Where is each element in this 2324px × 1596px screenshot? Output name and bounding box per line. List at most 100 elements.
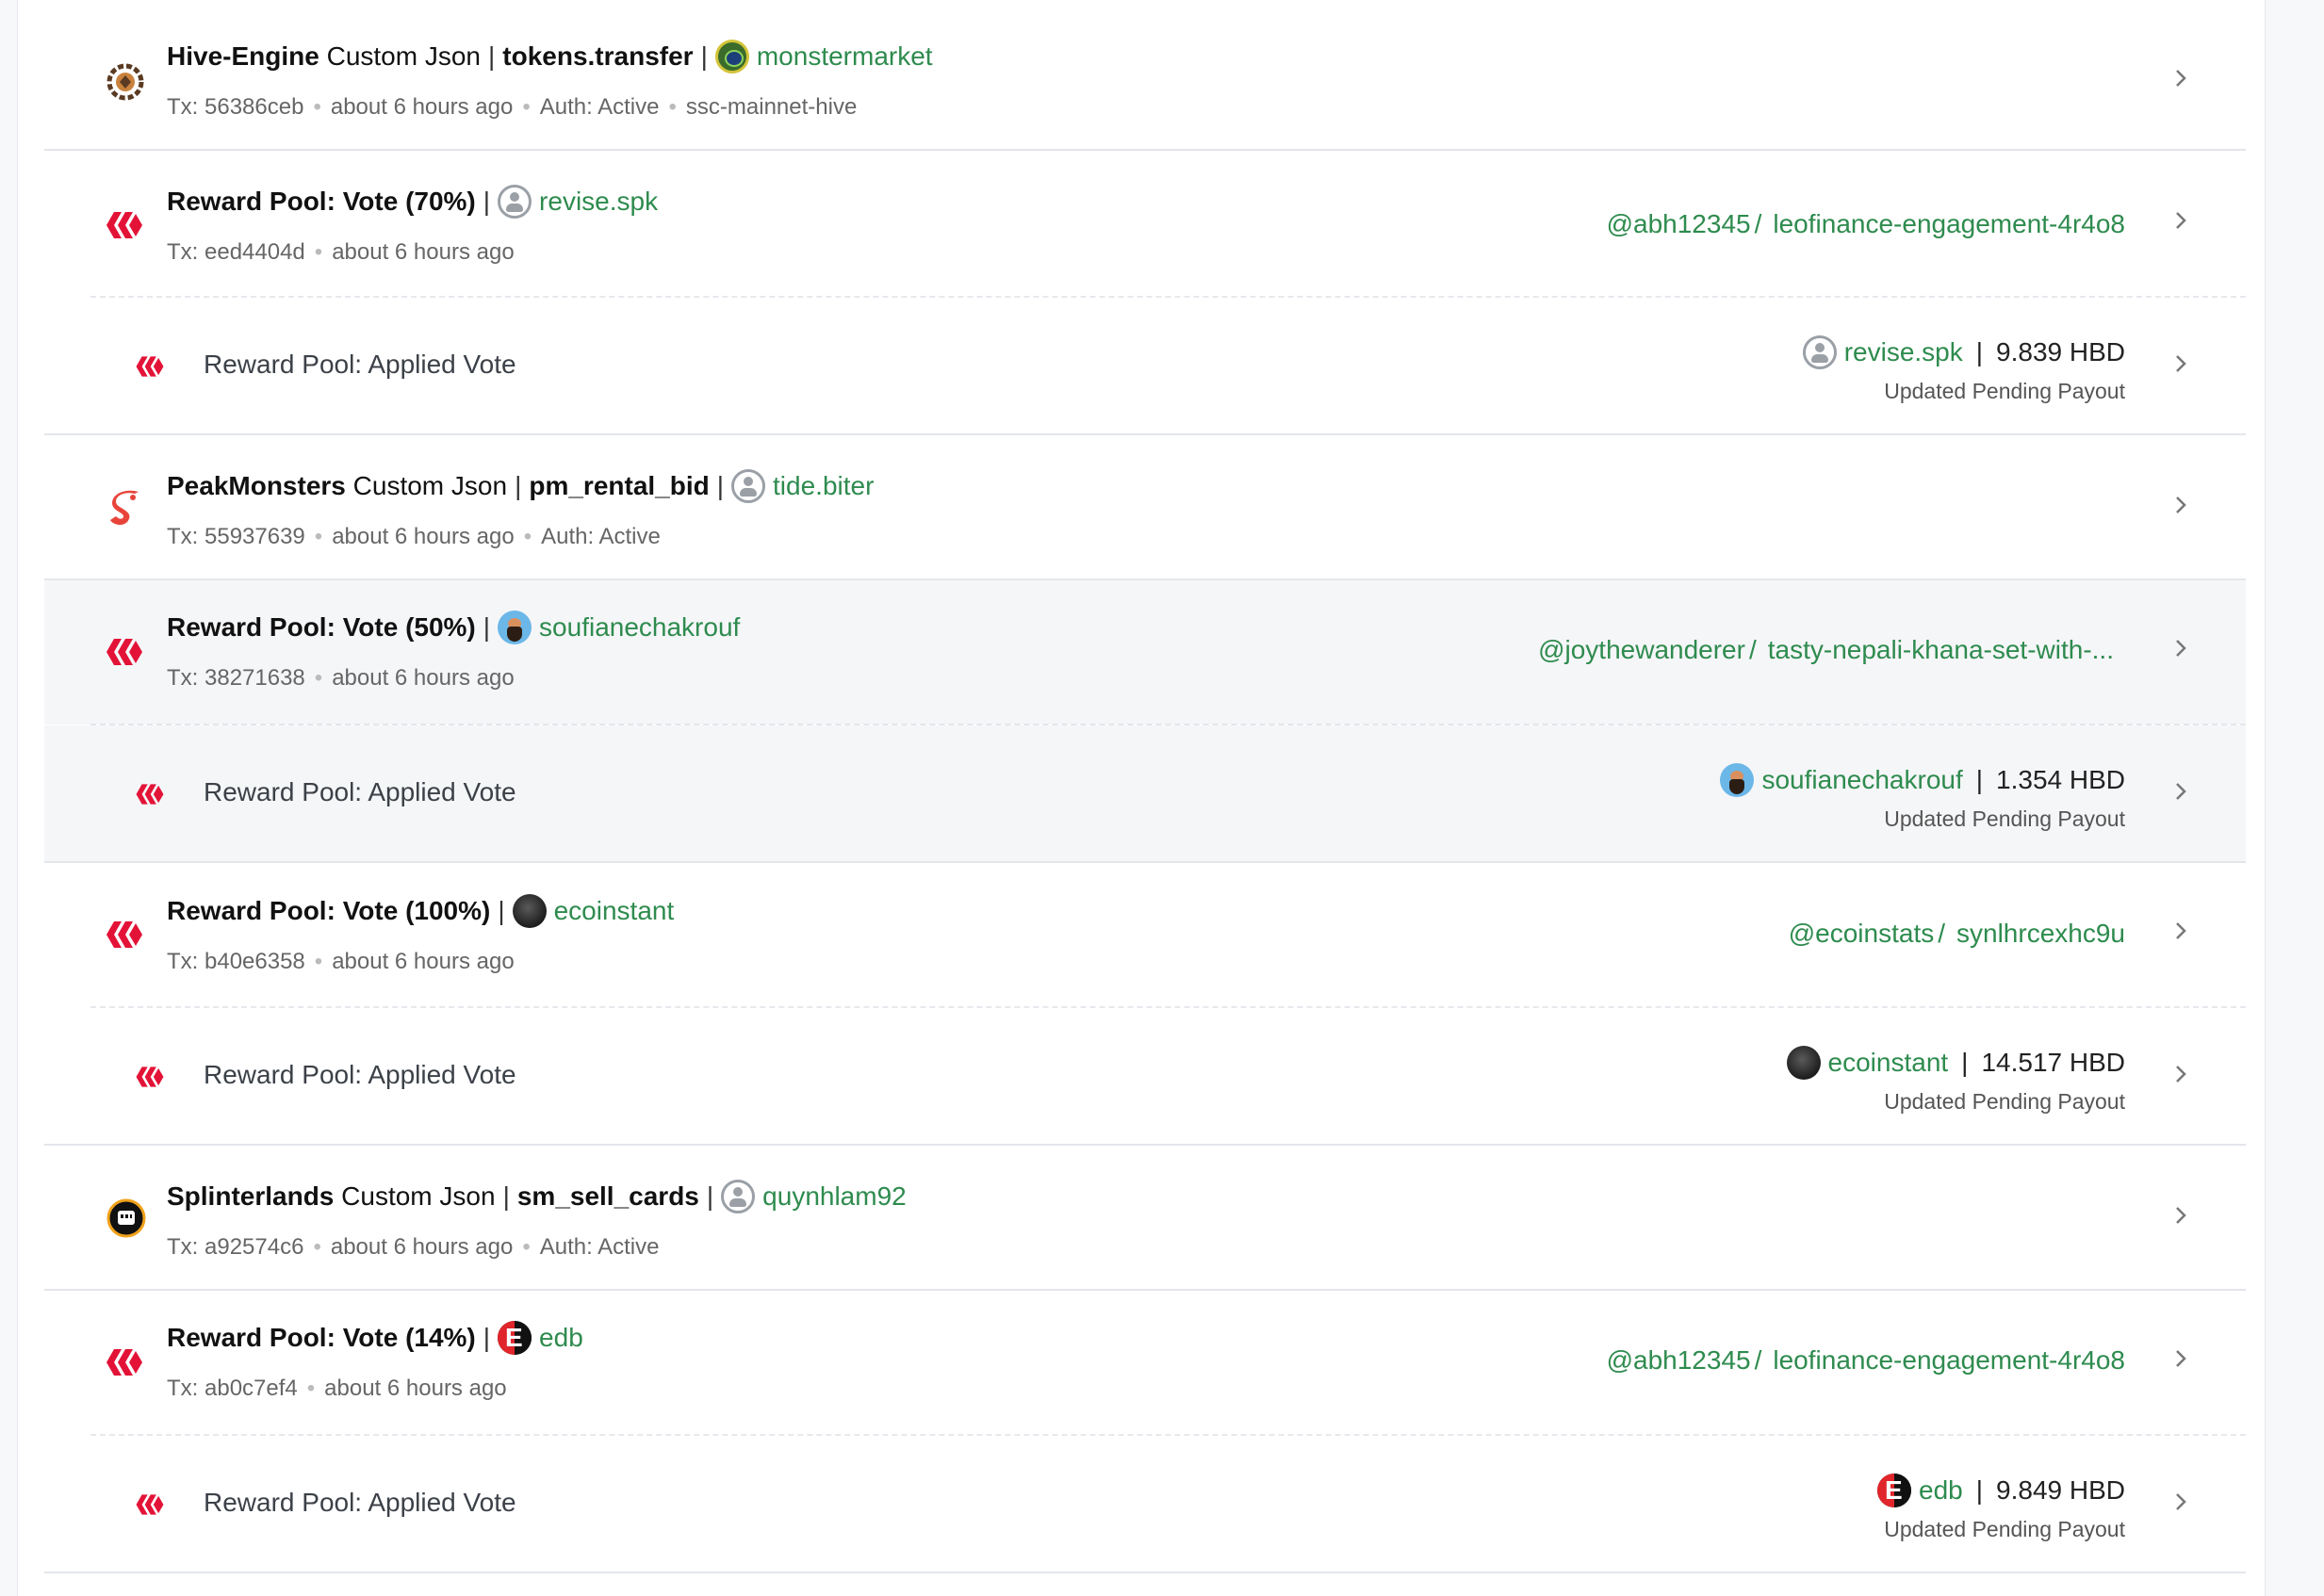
hive-logo-icon [106,639,142,665]
applied-vote-row[interactable]: Reward Pool: Applied Vote soufianechakro… [44,725,2246,863]
avatar [1802,335,1837,369]
avatar [498,185,532,219]
operation-row-splinterlands[interactable]: Splinterlands Custom Json | sm_sell_cards… [44,1146,2246,1291]
chevron-right-icon[interactable] [2169,67,2192,90]
account-link[interactable]: quynhlam92 [762,1181,907,1212]
account-link[interactable]: edb [1919,1475,1963,1506]
account-link[interactable]: soufianechakrouf [1761,765,1962,795]
avatar [498,611,532,644]
post-link[interactable]: @ecoinstats / synlhrcexhc9u [1789,919,2125,949]
applied-vote-row[interactable]: Reward Pool: Applied Vote ecoinstant | 14.… [44,1008,2246,1146]
peakmonsters-icon [110,490,139,526]
applied-vote-row[interactable]: Reward Pool: Applied Vote revise.spk | 9.8… [44,298,2246,435]
auth-badge: Auth: Active [539,1234,660,1260]
hive-logo-icon [136,1494,164,1515]
operation-title: Splinterlands Custom Json | sm_sell_cards… [167,1180,907,1213]
operation-meta: Tx: eed4404d • about 6 hours ago [167,239,515,265]
chevron-right-icon[interactable] [2169,780,2192,803]
timestamp: about 6 hours ago [332,665,515,691]
payout-amount: 14.517 HBD [1981,1048,2125,1077]
payout-note: Updated Pending Payout [1884,1089,2125,1114]
payout-note: Updated Pending Payout [1884,379,2125,403]
tx-id[interactable]: Tx: 38271638 [167,665,305,691]
post-link[interactable]: @abh12345/leofinance-engagement-4r4o8 [1607,1345,2125,1376]
hive-logo-icon [136,784,164,805]
operation-title: Reward Pool: Vote (50%) | soufianechakrou… [167,611,740,644]
applied-vote-label: Reward Pool: Applied Vote [204,777,516,806]
splinterlands-icon [106,1198,146,1238]
hive-logo-icon [106,212,142,238]
operation-meta: Tx: 38271638 • about 6 hours ago [167,665,515,691]
account-link[interactable]: revise.spk [539,187,658,217]
chevron-right-icon[interactable] [2169,494,2192,516]
operation-row-peakmonsters[interactable]: PeakMonsters Custom Json | pm_rental_bid |… [44,435,2246,580]
account-link[interactable]: edb [539,1323,583,1353]
timestamp: about 6 hours ago [330,1234,514,1260]
tx-id[interactable]: Tx: eed4404d [167,239,305,265]
hive-engine-icon [106,63,144,101]
contract-id: ssc-mainnet-hive [685,94,858,120]
operation-meta: Tx: 56386ceb • about 6 hours ago • Auth: Act… [167,94,858,120]
account-link[interactable]: monstermarket [757,41,933,72]
chevron-right-icon[interactable] [2169,1490,2192,1513]
chevron-right-icon[interactable] [2169,637,2192,660]
operation-meta: Tx: ab0c7ef4 • about 6 hours ago [167,1376,507,1401]
account-link[interactable]: revise.spk [1844,337,1963,367]
payout-summary: soufianechakrouf | 1.354 HBD Updated Pendi… [1720,763,2125,832]
operation-row-vote[interactable]: Reward Pool: Vote (70%) | revise.spk Tx: … [44,151,2246,297]
avatar [731,469,766,503]
operation-row-vote[interactable]: Reward Pool: Vote (50%) | soufianechakrou… [44,580,2246,725]
timestamp: about 6 hours ago [324,1376,507,1401]
hive-logo-icon [106,921,142,948]
chevron-right-icon[interactable] [2169,920,2192,942]
chevron-right-icon[interactable] [2169,1204,2192,1227]
operation-row-vote[interactable]: Reward Pool: Vote (100%) | ecoinstant Tx:… [44,863,2246,1007]
operation-title: Reward Pool: Vote (14%) | E edb [167,1321,583,1355]
avatar [714,40,749,73]
tx-id[interactable]: Tx: ab0c7ef4 [167,1376,298,1401]
applied-vote-label: Reward Pool: Applied Vote [204,1060,516,1089]
timestamp: about 6 hours ago [332,239,515,265]
avatar [1786,1046,1821,1080]
account-link[interactable]: soufianechakrouf [539,612,740,643]
post-link[interactable]: @abh12345/leofinance-engagement-4r4o8 [1607,209,2125,239]
timestamp: about 6 hours ago [330,94,514,120]
operation-title: PeakMonsters Custom Json | pm_rental_bid |… [167,469,874,503]
chevron-right-icon[interactable] [2169,1347,2192,1370]
payout-summary: revise.spk | 9.839 HBD Updated Pending Pay… [1802,335,2125,404]
hive-logo-icon [136,1067,164,1087]
operation-title: Hive-Engine Custom Json | tokens.transfer… [167,40,933,73]
avatar [721,1180,756,1213]
applied-vote-row[interactable]: Reward Pool: Applied Vote Eedb | 9.849 HBD… [44,1436,2246,1573]
payout-amount: 1.354 HBD [1996,765,2125,794]
tx-id[interactable]: Tx: a92574c6 [167,1234,303,1260]
payout-amount: 9.849 HBD [1996,1475,2125,1505]
operation-row-vote[interactable]: Reward Pool: Vote (14%) | E edb Tx: ab0c7… [44,1291,2246,1435]
operation-title: Reward Pool: Vote (70%) | revise.spk [167,185,658,219]
timestamp: about 6 hours ago [332,949,515,974]
avatar [1720,763,1755,797]
account-link[interactable]: ecoinstant [554,896,675,926]
tx-id[interactable]: Tx: 56386ceb [167,94,303,120]
account-link[interactable]: ecoinstant [1828,1048,1949,1078]
auth-badge: Auth: Active [539,94,660,120]
auth-badge: Auth: Active [541,524,661,549]
account-link[interactable]: tide.biter [773,471,874,501]
payout-summary: Eedb | 9.849 HBD Updated Pending Payout [1877,1474,2125,1542]
operation-title: Reward Pool: Vote (100%) | ecoinstant [167,894,674,928]
tx-id[interactable]: Tx: 55937639 [167,524,305,549]
avatar [512,894,547,928]
applied-vote-label: Reward Pool: Applied Vote [204,350,516,379]
payout-amount: 9.839 HBD [1996,337,2125,366]
avatar: E [1877,1474,1912,1507]
payout-summary: ecoinstant | 14.517 HBD Updated Pending Pa… [1786,1046,2125,1115]
tx-id[interactable]: Tx: b40e6358 [167,949,305,974]
operation-row-hive-engine[interactable]: Hive-Engine Custom Json | tokens.transfer… [44,6,2246,151]
chevron-right-icon[interactable] [2169,209,2192,232]
operation-meta: Tx: 55937639 • about 6 hours ago • Auth: Act… [167,524,661,549]
chevron-right-icon[interactable] [2169,352,2192,375]
post-link[interactable]: @joythewanderer / tasty-nepali-khana-set-w… [1538,635,2114,665]
operation-meta: Tx: a92574c6 • about 6 hours ago • Auth: Act… [167,1234,660,1260]
payout-note: Updated Pending Payout [1884,806,2125,831]
chevron-right-icon[interactable] [2169,1063,2192,1085]
